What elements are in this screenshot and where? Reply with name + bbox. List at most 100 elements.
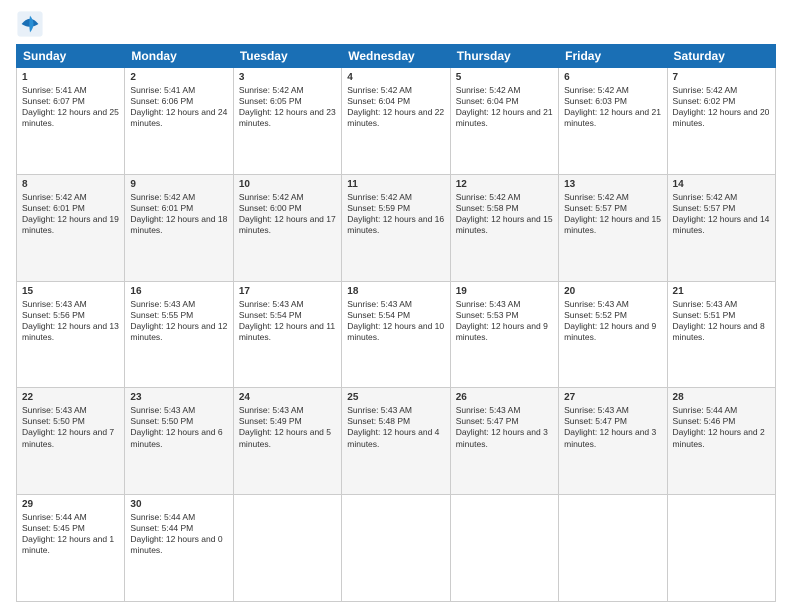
sunset-label: Sunset: 5:53 PM bbox=[456, 310, 519, 320]
day-cell-25: 25Sunrise: 5:43 AMSunset: 5:48 PMDayligh… bbox=[342, 388, 450, 495]
sunset-label: Sunset: 5:52 PM bbox=[564, 310, 627, 320]
day-cell-30: 30Sunrise: 5:44 AMSunset: 5:44 PMDayligh… bbox=[125, 495, 233, 602]
day-number: 8 bbox=[22, 178, 119, 191]
day-number: 1 bbox=[22, 71, 119, 84]
sunset-label: Sunset: 6:01 PM bbox=[22, 203, 85, 213]
day-number: 21 bbox=[673, 285, 770, 298]
sunrise-label: Sunrise: 5:44 AM bbox=[22, 512, 87, 522]
day-cell-2: 2Sunrise: 5:41 AMSunset: 6:06 PMDaylight… bbox=[125, 68, 233, 175]
day-number: 30 bbox=[130, 498, 227, 511]
sunset-label: Sunset: 5:51 PM bbox=[673, 310, 736, 320]
sunset-label: Sunset: 6:04 PM bbox=[347, 96, 410, 106]
sunrise-label: Sunrise: 5:42 AM bbox=[22, 192, 87, 202]
col-header-friday: Friday bbox=[559, 45, 667, 68]
daylight-label: Daylight: 12 hours and 4 minutes. bbox=[347, 427, 439, 448]
sunset-label: Sunset: 5:57 PM bbox=[564, 203, 627, 213]
day-number: 22 bbox=[22, 391, 119, 404]
day-cell-28: 28Sunrise: 5:44 AMSunset: 5:46 PMDayligh… bbox=[667, 388, 775, 495]
day-cell-3: 3Sunrise: 5:42 AMSunset: 6:05 PMDaylight… bbox=[233, 68, 341, 175]
day-cell-7: 7Sunrise: 5:42 AMSunset: 6:02 PMDaylight… bbox=[667, 68, 775, 175]
sunrise-label: Sunrise: 5:43 AM bbox=[456, 405, 521, 415]
day-cell-10: 10Sunrise: 5:42 AMSunset: 6:00 PMDayligh… bbox=[233, 174, 341, 281]
sunrise-label: Sunrise: 5:42 AM bbox=[456, 85, 521, 95]
daylight-label: Daylight: 12 hours and 9 minutes. bbox=[456, 321, 548, 342]
day-number: 18 bbox=[347, 285, 444, 298]
day-number: 20 bbox=[564, 285, 661, 298]
sunrise-label: Sunrise: 5:42 AM bbox=[130, 192, 195, 202]
sunrise-label: Sunrise: 5:42 AM bbox=[239, 192, 304, 202]
daylight-label: Daylight: 12 hours and 13 minutes. bbox=[22, 321, 119, 342]
daylight-label: Daylight: 12 hours and 1 minute. bbox=[22, 534, 114, 555]
sunset-label: Sunset: 5:58 PM bbox=[456, 203, 519, 213]
sunrise-label: Sunrise: 5:41 AM bbox=[22, 85, 87, 95]
day-cell-12: 12Sunrise: 5:42 AMSunset: 5:58 PMDayligh… bbox=[450, 174, 558, 281]
sunrise-label: Sunrise: 5:44 AM bbox=[673, 405, 738, 415]
day-number: 5 bbox=[456, 71, 553, 84]
day-cell-19: 19Sunrise: 5:43 AMSunset: 5:53 PMDayligh… bbox=[450, 281, 558, 388]
header bbox=[16, 10, 776, 38]
sunset-label: Sunset: 6:02 PM bbox=[673, 96, 736, 106]
day-cell-22: 22Sunrise: 5:43 AMSunset: 5:50 PMDayligh… bbox=[17, 388, 125, 495]
day-number: 26 bbox=[456, 391, 553, 404]
day-number: 16 bbox=[130, 285, 227, 298]
daylight-label: Daylight: 12 hours and 7 minutes. bbox=[22, 427, 114, 448]
week-row-2: 8Sunrise: 5:42 AMSunset: 6:01 PMDaylight… bbox=[17, 174, 776, 281]
day-cell-16: 16Sunrise: 5:43 AMSunset: 5:55 PMDayligh… bbox=[125, 281, 233, 388]
sunrise-label: Sunrise: 5:43 AM bbox=[239, 405, 304, 415]
day-cell-15: 15Sunrise: 5:43 AMSunset: 5:56 PMDayligh… bbox=[17, 281, 125, 388]
sunset-label: Sunset: 6:04 PM bbox=[456, 96, 519, 106]
day-number: 4 bbox=[347, 71, 444, 84]
col-header-thursday: Thursday bbox=[450, 45, 558, 68]
sunrise-label: Sunrise: 5:42 AM bbox=[564, 192, 629, 202]
col-header-sunday: Sunday bbox=[17, 45, 125, 68]
day-cell-6: 6Sunrise: 5:42 AMSunset: 6:03 PMDaylight… bbox=[559, 68, 667, 175]
sunrise-label: Sunrise: 5:43 AM bbox=[564, 405, 629, 415]
day-number: 2 bbox=[130, 71, 227, 84]
sunrise-label: Sunrise: 5:43 AM bbox=[22, 405, 87, 415]
sunrise-label: Sunrise: 5:41 AM bbox=[130, 85, 195, 95]
day-cell-13: 13Sunrise: 5:42 AMSunset: 5:57 PMDayligh… bbox=[559, 174, 667, 281]
daylight-label: Daylight: 12 hours and 20 minutes. bbox=[673, 107, 770, 128]
day-number: 11 bbox=[347, 178, 444, 191]
sunset-label: Sunset: 5:49 PM bbox=[239, 416, 302, 426]
day-number: 10 bbox=[239, 178, 336, 191]
daylight-label: Daylight: 12 hours and 8 minutes. bbox=[673, 321, 765, 342]
daylight-label: Daylight: 12 hours and 6 minutes. bbox=[130, 427, 222, 448]
day-cell-9: 9Sunrise: 5:42 AMSunset: 6:01 PMDaylight… bbox=[125, 174, 233, 281]
day-number: 12 bbox=[456, 178, 553, 191]
col-header-monday: Monday bbox=[125, 45, 233, 68]
day-cell-14: 14Sunrise: 5:42 AMSunset: 5:57 PMDayligh… bbox=[667, 174, 775, 281]
col-header-wednesday: Wednesday bbox=[342, 45, 450, 68]
daylight-label: Daylight: 12 hours and 15 minutes. bbox=[564, 214, 661, 235]
calendar-table: SundayMondayTuesdayWednesdayThursdayFrid… bbox=[16, 44, 776, 602]
col-header-tuesday: Tuesday bbox=[233, 45, 341, 68]
daylight-label: Daylight: 12 hours and 23 minutes. bbox=[239, 107, 336, 128]
week-row-5: 29Sunrise: 5:44 AMSunset: 5:45 PMDayligh… bbox=[17, 495, 776, 602]
sunrise-label: Sunrise: 5:43 AM bbox=[456, 299, 521, 309]
day-number: 7 bbox=[673, 71, 770, 84]
daylight-label: Daylight: 12 hours and 2 minutes. bbox=[673, 427, 765, 448]
day-number: 15 bbox=[22, 285, 119, 298]
calendar-header-row: SundayMondayTuesdayWednesdayThursdayFrid… bbox=[17, 45, 776, 68]
daylight-label: Daylight: 12 hours and 21 minutes. bbox=[456, 107, 553, 128]
empty-cell bbox=[450, 495, 558, 602]
daylight-label: Daylight: 12 hours and 22 minutes. bbox=[347, 107, 444, 128]
day-number: 13 bbox=[564, 178, 661, 191]
day-cell-29: 29Sunrise: 5:44 AMSunset: 5:45 PMDayligh… bbox=[17, 495, 125, 602]
page: SundayMondayTuesdayWednesdayThursdayFrid… bbox=[0, 0, 792, 612]
sunrise-label: Sunrise: 5:42 AM bbox=[673, 85, 738, 95]
daylight-label: Daylight: 12 hours and 24 minutes. bbox=[130, 107, 227, 128]
day-cell-17: 17Sunrise: 5:43 AMSunset: 5:54 PMDayligh… bbox=[233, 281, 341, 388]
sunrise-label: Sunrise: 5:43 AM bbox=[130, 405, 195, 415]
day-cell-23: 23Sunrise: 5:43 AMSunset: 5:50 PMDayligh… bbox=[125, 388, 233, 495]
sunrise-label: Sunrise: 5:42 AM bbox=[456, 192, 521, 202]
day-number: 9 bbox=[130, 178, 227, 191]
sunrise-label: Sunrise: 5:42 AM bbox=[564, 85, 629, 95]
daylight-label: Daylight: 12 hours and 0 minutes. bbox=[130, 534, 222, 555]
day-cell-21: 21Sunrise: 5:43 AMSunset: 5:51 PMDayligh… bbox=[667, 281, 775, 388]
day-cell-24: 24Sunrise: 5:43 AMSunset: 5:49 PMDayligh… bbox=[233, 388, 341, 495]
day-number: 23 bbox=[130, 391, 227, 404]
sunset-label: Sunset: 5:44 PM bbox=[130, 523, 193, 533]
day-number: 25 bbox=[347, 391, 444, 404]
day-cell-27: 27Sunrise: 5:43 AMSunset: 5:47 PMDayligh… bbox=[559, 388, 667, 495]
